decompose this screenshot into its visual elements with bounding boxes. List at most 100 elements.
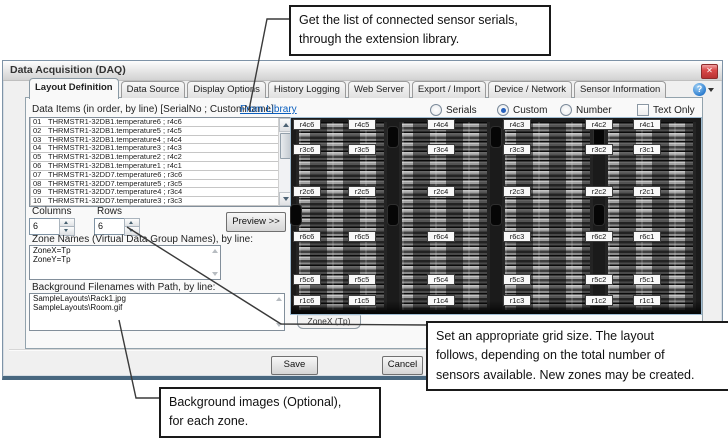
sensor-label-r2c6: r2c6 xyxy=(293,186,321,197)
zone-names-lines: ZoneX=TpZoneY=Tp xyxy=(30,246,220,264)
rack-handle-icon xyxy=(490,204,502,226)
sensor-label-r4c1: r4c1 xyxy=(633,119,661,130)
sensor-label-r1c1: r1c1 xyxy=(633,295,661,306)
rows-value[interactable]: 6 xyxy=(94,218,127,235)
sensor-label-r4c2: r4c2 xyxy=(585,119,613,130)
cancel-button[interactable]: Cancel xyxy=(382,356,423,375)
sensor-label-r3c6: r3c6 xyxy=(293,144,321,155)
sensor-label-r6c5: r6c5 xyxy=(348,231,376,242)
radio-icon[interactable] xyxy=(560,104,572,116)
sensor-label-r6c4: r6c4 xyxy=(427,231,455,242)
zone-name-line: ZoneY=Tp xyxy=(30,255,220,264)
sensor-label-r1c6: r1c6 xyxy=(293,295,321,306)
sensor-label-r5c2: r5c2 xyxy=(585,274,613,285)
rows-label: Rows xyxy=(97,206,122,217)
sensor-label-r5c1: r5c1 xyxy=(633,274,661,285)
scroll-up-icon[interactable] xyxy=(276,297,282,301)
tab-web-server[interactable]: Web Server xyxy=(348,81,410,98)
background-file-line: SampleLayouts\Rack1.jpg xyxy=(30,294,284,303)
data-item-index: 02 xyxy=(33,127,48,135)
radio-label: Number xyxy=(576,105,612,116)
sensor-label-r4c4: r4c4 xyxy=(427,119,455,130)
rows-stepper: 6 xyxy=(94,218,139,235)
data-item-text: THRMSTR1-32DD7.temperature3 ; r3c3 xyxy=(48,197,182,205)
background-filenames-lines: SampleLayouts\Rack1.jpgSampleLayouts\Roo… xyxy=(30,294,284,312)
rack-handle-icon xyxy=(593,204,605,226)
from-library-link[interactable]: From Library xyxy=(240,104,297,115)
sensor-label-r4c6: r4c6 xyxy=(293,119,321,130)
radio-icon[interactable] xyxy=(430,104,442,116)
data-item-index: 07 xyxy=(33,171,48,179)
sensor-label-r6c6: r6c6 xyxy=(293,231,321,242)
sensor-label-r6c2: r6c2 xyxy=(585,231,613,242)
sensor-label-r2c1: r2c1 xyxy=(633,186,661,197)
zone-tab[interactable]: ZoneX (Tp) xyxy=(297,315,361,329)
radio-label: Custom xyxy=(513,105,547,116)
tab-layout-definition[interactable]: Layout Definition xyxy=(29,78,119,99)
data-item-index: 10 xyxy=(33,197,48,205)
sensor-label-r2c3: r2c3 xyxy=(503,186,531,197)
checkbox-icon[interactable] xyxy=(637,104,649,116)
scroll-down-icon[interactable] xyxy=(212,272,218,276)
data-items-rows: 01THRMSTR1-32DB1.temperature6 ; r4c602TH… xyxy=(30,118,279,206)
radio-number[interactable]: Number xyxy=(560,104,612,116)
radio-custom[interactable]: Custom xyxy=(497,104,547,116)
sensor-label-r4c5: r4c5 xyxy=(348,119,376,130)
tab-data-source[interactable]: Data Source xyxy=(121,81,186,98)
tab-strip: Layout DefinitionData SourceDisplay Opti… xyxy=(29,80,668,98)
rack-handle-icon xyxy=(290,204,302,226)
tab-display-options[interactable]: Display Options xyxy=(187,81,266,98)
scroll-up-icon[interactable] xyxy=(212,249,218,253)
radio-label: Serials xyxy=(446,105,477,116)
data-item-index: 08 xyxy=(33,180,48,188)
sensor-label-r2c2: r2c2 xyxy=(585,186,613,197)
preview-button[interactable]: Preview >> xyxy=(226,212,286,232)
rack-handle-icon xyxy=(490,126,502,148)
sensor-label-r4c3: r4c3 xyxy=(503,119,531,130)
callout-grid-note: Set an appropriate grid size. The layout… xyxy=(426,321,728,391)
data-items-list[interactable]: 01THRMSTR1-32DB1.temperature6 ; r4c602TH… xyxy=(29,117,293,207)
close-button[interactable]: ✕ xyxy=(701,64,718,79)
sensor-label-r6c1: r6c1 xyxy=(633,231,661,242)
data-items-label: Data Items (in order, by line) [SerialNo… xyxy=(32,104,274,115)
tab-sensor-information[interactable]: Sensor Information xyxy=(574,81,666,98)
background-filenames-label: Background Filenames with Path, by line: xyxy=(32,282,215,293)
data-item-text: THRMSTR1-32DB1.temperature3 ; r4c3 xyxy=(48,144,182,152)
columns-stepper: 6 xyxy=(29,218,74,235)
background-file-line: SampleLayouts\Room.gif xyxy=(30,303,284,312)
data-item-text: THRMSTR1-32DB1.temperature2 ; r4c2 xyxy=(48,153,182,161)
data-item-text: THRMSTR1-32DD7.temperature5 ; r3c5 xyxy=(48,180,182,188)
data-item-index: 03 xyxy=(33,136,48,144)
sensor-label-r3c2: r3c2 xyxy=(585,144,613,155)
save-button[interactable]: Save xyxy=(271,356,318,375)
tab-device-network[interactable]: Device / Network xyxy=(488,81,572,98)
help-icon: ? xyxy=(697,84,703,94)
callout-library-note: Get the list of connected sensor serials… xyxy=(289,5,551,56)
sensor-label-r1c2: r1c2 xyxy=(585,295,613,306)
zone-names-label: Zone Names (Virtual Data Group Names), b… xyxy=(32,234,253,245)
radio-serials[interactable]: Serials xyxy=(430,104,477,116)
tab-export-import[interactable]: Export / Import xyxy=(412,81,486,98)
sensor-label-r1c4: r1c4 xyxy=(427,295,455,306)
columns-label: Columns xyxy=(32,206,71,217)
data-item-text: THRMSTR1-32DB1.temperature5 ; r4c5 xyxy=(48,127,182,135)
data-item-text: THRMSTR1-32DD7.temperature4 ; r3c4 xyxy=(48,188,182,196)
tab-history-logging[interactable]: History Logging xyxy=(268,81,346,98)
radio-icon[interactable] xyxy=(497,104,509,116)
data-item-index: 04 xyxy=(33,144,48,152)
sensor-label-r2c5: r2c5 xyxy=(348,186,376,197)
text-only-checkbox[interactable]: Text Only xyxy=(637,104,695,116)
data-item-row[interactable]: 10THRMSTR1-32DD7.temperature3 ; r3c3 xyxy=(30,196,279,206)
columns-value[interactable]: 6 xyxy=(29,218,62,235)
background-filenames-textarea[interactable]: SampleLayouts\Rack1.jpgSampleLayouts\Roo… xyxy=(29,293,285,331)
zone-names-textarea[interactable]: ZoneX=TpZoneY=Tp xyxy=(29,245,221,280)
sensor-label-r3c4: r3c4 xyxy=(427,144,455,155)
scroll-down-icon[interactable] xyxy=(276,323,282,327)
screenshot-stage: Get the list of connected sensor serials… xyxy=(0,0,728,441)
help-dropdown-icon[interactable] xyxy=(708,88,714,92)
sensor-label-r5c5: r5c5 xyxy=(348,274,376,285)
rack-layout-preview: r4c6r4c5r4c4r4c3r4c2r4c1r3c6r3c5r3c4r3c3… xyxy=(290,117,702,315)
data-item-text: THRMSTR1-32DB1.temperature4 ; r4c4 xyxy=(48,136,182,144)
sensor-label-r5c4: r5c4 xyxy=(427,274,455,285)
help-button[interactable]: ? xyxy=(693,83,706,96)
